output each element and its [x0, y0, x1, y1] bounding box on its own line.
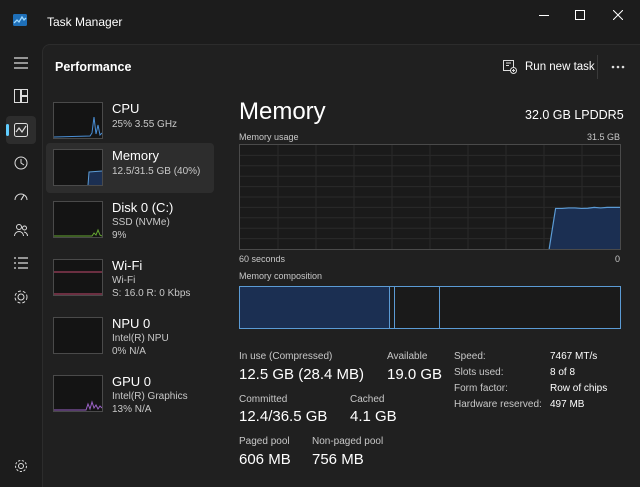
device-gpu[interactable]: GPU 0 Intel(R) Graphics 13% N/A [46, 369, 214, 419]
graph-time-left: 60 seconds [239, 254, 286, 264]
close-icon [613, 10, 623, 20]
memory-usage-max: 31.5 GB [586, 132, 620, 142]
toolbar-divider [597, 55, 598, 79]
memory-usage-chart [240, 145, 620, 249]
device-npu[interactable]: NPU 0 Intel(R) NPU 0% N/A [46, 311, 214, 361]
device-disk[interactable]: Disk 0 (C:) SSD (NVMe) 9% [46, 195, 214, 245]
window-title: Task Manager [47, 15, 123, 29]
services-icon [14, 290, 28, 304]
startup-icon [14, 193, 28, 201]
graph-time-right: 0 [614, 254, 620, 264]
device-detail: Intel(R) Graphics [112, 391, 188, 402]
device-detail: 12.5/31.5 GB (40%) [112, 166, 201, 177]
wifi-thumbnail [53, 259, 103, 296]
device-detail: Wi-Fi [112, 275, 136, 286]
nav-services[interactable] [6, 283, 36, 311]
committed-value: 12.4/36.5 GB [239, 408, 328, 425]
wifi-sparkline [54, 271, 102, 295]
settings-icon [15, 460, 27, 472]
slots-used-label: Slots used: [454, 367, 504, 378]
hardware-reserved-label: Hardware reserved: [454, 399, 542, 410]
performance-icon [14, 123, 28, 137]
available-label: Available [387, 351, 428, 362]
nav-processes[interactable] [6, 82, 36, 110]
form-factor-value: Row of chips [550, 383, 608, 394]
more-icon [611, 65, 625, 69]
run-task-icon [503, 60, 517, 74]
device-detail: Intel(R) NPU [112, 333, 169, 344]
cpu-thumbnail [53, 102, 103, 139]
device-cpu[interactable]: CPU 25% 3.55 GHz [46, 96, 214, 146]
maximize-icon [575, 10, 585, 20]
speed-value: 7467 MT/s [550, 351, 598, 362]
users-icon [14, 224, 28, 237]
hardware-reserved-value: 497 MB [550, 399, 585, 410]
slots-used-value: 8 of 8 [550, 367, 576, 378]
device-name: NPU 0 [112, 316, 151, 331]
memory-composition-label: Memory composition [239, 271, 323, 281]
nav-startup-apps[interactable] [6, 183, 36, 211]
device-name: Disk 0 (C:) [112, 200, 174, 215]
details-icon [14, 257, 28, 269]
app-history-icon [14, 156, 28, 170]
device-usage: S: 16.0 R: 0 Kbps [112, 288, 191, 299]
disk-thumbnail [53, 201, 103, 238]
device-memory[interactable]: Memory 12.5/31.5 GB (40%) [46, 143, 214, 193]
minimize-icon [539, 15, 549, 16]
committed-label: Committed [239, 394, 288, 405]
device-name: Memory [112, 148, 159, 163]
device-detail: 25% 3.55 GHz [112, 119, 178, 130]
hamburger-icon [14, 57, 28, 69]
memory-spec: 32.0 GB LPDDR5 [525, 108, 624, 122]
nav-users[interactable] [6, 216, 36, 244]
title-bar: Task Manager [0, 0, 640, 44]
nav-menu-button[interactable] [6, 49, 36, 77]
device-usage: 9% [112, 230, 127, 241]
device-wifi[interactable]: Wi-Fi Wi-Fi S: 16.0 R: 0 Kbps [46, 253, 214, 303]
page-title: Performance [55, 60, 132, 74]
device-name: CPU [112, 101, 140, 116]
in-use-value: 12.5 GB (28.4 MB) [239, 366, 365, 383]
speed-label: Speed: [454, 351, 486, 362]
non-paged-pool-label: Non-paged pool [312, 436, 384, 447]
device-detail: SSD (NVMe) [112, 217, 170, 228]
more-options-button[interactable] [605, 56, 631, 78]
device-usage: 13% N/A [112, 404, 152, 415]
run-new-task-button[interactable]: Run new task [503, 56, 595, 78]
cached-label: Cached [350, 394, 385, 405]
paged-pool-label: Paged pool [239, 436, 290, 447]
run-new-task-label: Run new task [525, 61, 595, 73]
device-usage: 0% N/A [112, 346, 146, 357]
memory-usage-graph [239, 144, 621, 250]
processes-icon [14, 89, 28, 103]
memory-usage-label: Memory usage [239, 132, 299, 142]
cached-value: 4.1 GB [350, 408, 397, 425]
nav-app-history[interactable] [6, 149, 36, 177]
memory-composition-bar [239, 286, 621, 329]
memory-title: Memory [239, 98, 326, 125]
memory-thumbnail [53, 149, 103, 186]
memory-sparkline [87, 170, 102, 185]
non-paged-pool-value: 756 MB [312, 451, 364, 468]
composition-standby [395, 287, 440, 328]
nav-details[interactable] [6, 249, 36, 277]
device-name: GPU 0 [112, 374, 152, 389]
form-factor-label: Form factor: [454, 383, 508, 394]
gpu-thumbnail [53, 375, 103, 412]
disk-sparkline [54, 228, 102, 237]
gpu-sparkline [54, 400, 102, 411]
task-manager-icon [13, 14, 27, 26]
cpu-sparkline [54, 116, 102, 138]
composition-in-use [240, 287, 391, 328]
device-name: Wi-Fi [112, 258, 143, 273]
nav-rail [0, 44, 42, 487]
available-value: 19.0 GB [387, 366, 443, 383]
nav-settings[interactable] [6, 452, 36, 480]
in-use-label: In use (Compressed) [239, 351, 333, 362]
nav-performance[interactable] [6, 116, 36, 144]
npu-thumbnail [53, 317, 103, 354]
performance-panel: Performance Run new task CPU 25% 3.55 GH… [42, 44, 640, 487]
paged-pool-value: 606 MB [239, 451, 291, 468]
close-button[interactable] [596, 0, 640, 30]
